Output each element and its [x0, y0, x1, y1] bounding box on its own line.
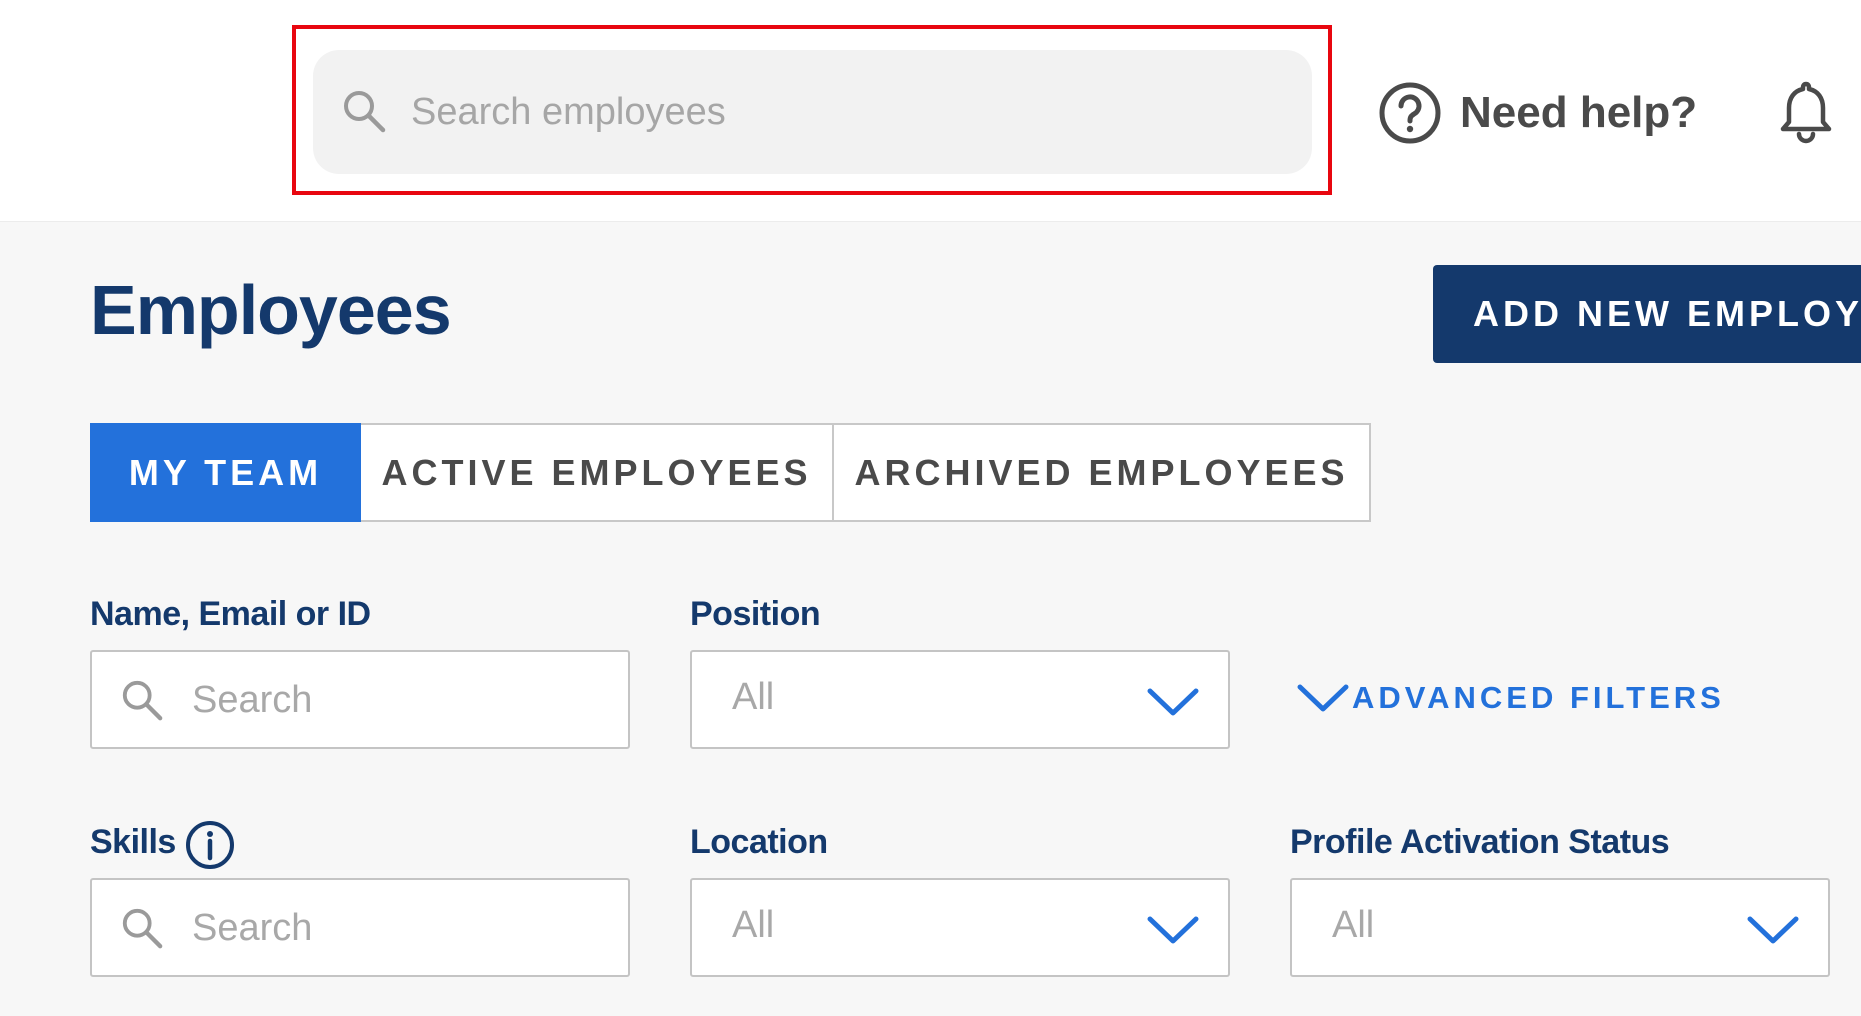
profile-activation-status-label: Profile Activation Status — [1290, 823, 1670, 861]
page-title: Employees — [90, 271, 452, 349]
position-label: Position — [690, 595, 821, 633]
chevron-down-icon — [1147, 688, 1199, 716]
employee-tabs: MY TEAM ACTIVE EMPLOYEES ARCHIVED EMPLOY… — [90, 423, 1371, 522]
need-help-label: Need help? — [1460, 88, 1698, 137]
add-new-employee-button[interactable]: ADD NEW EMPLOYEE — [1433, 265, 1861, 363]
skills-search-field[interactable] — [90, 878, 630, 977]
need-help-link[interactable]: Need help? — [1378, 80, 1697, 146]
search-icon — [344, 91, 386, 133]
location-select[interactable]: All — [690, 878, 1230, 977]
search-icon — [122, 908, 163, 949]
advanced-filters-label: ADVANCED FILTERS — [1352, 680, 1725, 715]
location-select-value: All — [732, 904, 775, 946]
skills-search-input[interactable] — [192, 900, 592, 956]
name-search-input[interactable] — [192, 672, 592, 728]
tab-archived-employees[interactable]: ARCHIVED EMPLOYEES — [834, 423, 1371, 522]
top-bar: Need help? — [0, 0, 1861, 222]
position-select-value: All — [732, 676, 775, 718]
location-label: Location — [690, 823, 828, 861]
global-search-bar[interactable] — [313, 50, 1312, 174]
global-search-input[interactable] — [411, 80, 1271, 144]
profile-activation-status-value: All — [1332, 904, 1375, 946]
chevron-down-icon — [1747, 916, 1799, 944]
name-search-field[interactable] — [90, 650, 630, 749]
name-email-id-label: Name, Email or ID — [90, 595, 371, 633]
help-circle-icon — [1379, 82, 1441, 144]
info-icon[interactable] — [185, 820, 235, 870]
tab-my-team[interactable]: MY TEAM — [90, 423, 361, 522]
profile-activation-status-select[interactable]: All — [1290, 878, 1830, 977]
chevron-down-icon — [1297, 684, 1349, 712]
chevron-down-icon — [1147, 916, 1199, 944]
position-select[interactable]: All — [690, 650, 1230, 749]
search-icon — [122, 680, 163, 721]
bell-icon[interactable] — [1776, 78, 1836, 146]
advanced-filters-toggle[interactable]: ADVANCED FILTERS — [1296, 680, 1725, 716]
tab-active-employees[interactable]: ACTIVE EMPLOYEES — [361, 423, 834, 522]
skills-label: Skills — [90, 823, 176, 861]
